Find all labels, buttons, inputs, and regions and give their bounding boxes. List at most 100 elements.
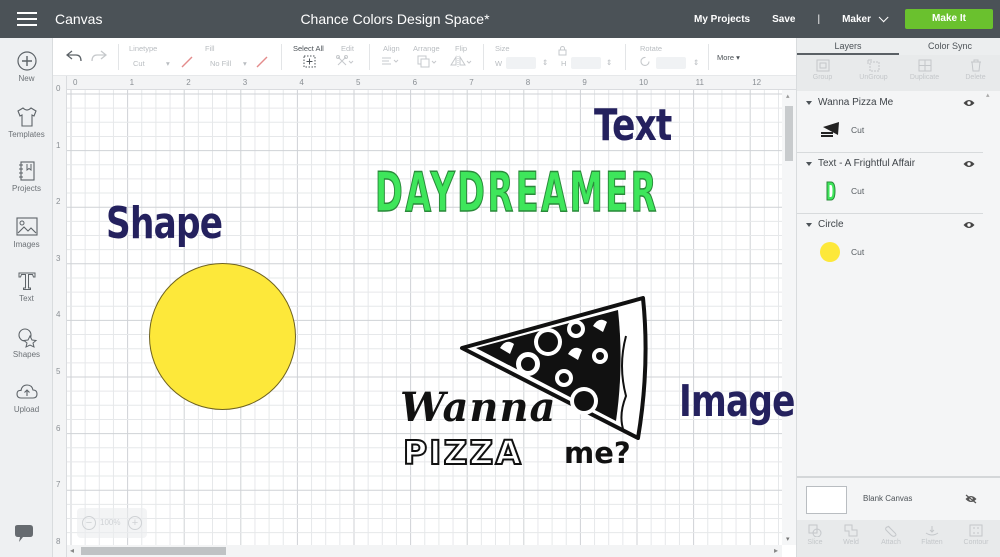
fill-label: Fill	[205, 44, 215, 53]
expand-caret-icon[interactable]	[806, 223, 812, 227]
circle-thumbnail	[820, 242, 840, 262]
group-button[interactable]: Group	[797, 59, 848, 81]
sidebar-item-images[interactable]: Images	[0, 216, 53, 249]
fill-color-swatch[interactable]	[256, 56, 268, 68]
horizontal-scrollbar[interactable]: ◂ ▸	[67, 545, 782, 557]
expand-caret-icon[interactable]	[806, 162, 812, 166]
contour-label: Contour	[963, 539, 989, 546]
pizza-image-object[interactable]: Wanna PIZZA me?	[398, 296, 648, 476]
zoom-out-button[interactable]: −	[82, 516, 96, 530]
toolbar-divider	[281, 44, 282, 70]
scroll-left-arrow[interactable]: ◂	[70, 546, 74, 555]
expand-caret-icon[interactable]	[806, 101, 812, 105]
sidebar-label-projects: Projects	[12, 184, 41, 193]
scroll-up-arrow[interactable]: ▴	[786, 92, 790, 100]
group-icon	[816, 59, 829, 72]
linetype-color-swatch[interactable]	[181, 56, 193, 68]
flip-icon[interactable]	[450, 55, 472, 68]
lock-icon[interactable]	[558, 46, 567, 56]
sidebar-item-upload[interactable]: Upload	[0, 381, 53, 414]
ungroup-button[interactable]: UnGroup	[848, 59, 899, 81]
height-input[interactable]	[571, 57, 601, 69]
undo-icon[interactable]	[66, 50, 82, 62]
blank-canvas-label: Blank Canvas	[863, 494, 913, 503]
ruler-tick-label: 4	[299, 78, 304, 87]
width-stepper[interactable]: ⇕	[542, 58, 548, 67]
redo-icon[interactable]	[91, 50, 107, 62]
blank-canvas-row[interactable]: Blank Canvas	[797, 476, 1000, 520]
chat-bubble-icon[interactable]	[13, 525, 35, 543]
plus-circle-icon	[16, 51, 37, 71]
visibility-eye-icon[interactable]	[963, 160, 975, 168]
layers-scroll-up-arrow[interactable]: ▴	[986, 91, 990, 99]
layer-header[interactable]: Wanna Pizza Me	[797, 93, 983, 113]
paperclip-icon	[885, 525, 897, 537]
select-all-icon[interactable]	[303, 55, 316, 68]
tab-layers[interactable]: Layers	[797, 41, 899, 51]
blank-canvas-swatch[interactable]	[806, 486, 847, 514]
sidebar-item-new[interactable]: New	[0, 50, 53, 83]
sidebar-item-shapes[interactable]: Shapes	[0, 326, 53, 359]
duplicate-button[interactable]: Duplicate	[899, 59, 950, 81]
ruler-tick-label: 8	[525, 78, 531, 87]
align-icon[interactable]	[381, 56, 401, 67]
edit-icon[interactable]	[336, 55, 354, 68]
layer-header[interactable]: Circle	[797, 215, 983, 235]
arrange-icon[interactable]	[417, 55, 439, 68]
tab-color-sync[interactable]: Color Sync	[899, 41, 1000, 51]
width-input[interactable]	[506, 57, 536, 69]
ruler-tick-label: 11	[695, 78, 704, 87]
sidebar-item-text[interactable]: Text	[0, 270, 53, 303]
zoom-level: 100%	[100, 518, 121, 527]
scroll-down-arrow[interactable]: ▾	[786, 535, 790, 543]
flatten-button[interactable]: Flatten	[908, 524, 956, 546]
save-link[interactable]: Save	[772, 14, 795, 25]
visibility-eye-icon[interactable]	[963, 99, 975, 107]
more-menu-button[interactable]: More ▾	[717, 53, 740, 62]
fill-select[interactable]: No Fill	[210, 59, 231, 68]
layer-item[interactable]: Wanna Pizza Me Cut	[797, 93, 983, 153]
layer-actions: Group UnGroup Duplicate Delete	[797, 55, 1000, 91]
bottom-actions: Slice Weld Attach Flatten Contour	[797, 520, 1000, 557]
daydreamer-text-object[interactable]: DAYDREAMER	[375, 165, 659, 221]
ruler-tick-label: 7	[56, 480, 61, 490]
rotate-stepper[interactable]: ⇕	[693, 58, 699, 67]
contour-button[interactable]: Contour	[952, 524, 1000, 546]
layer-item[interactable]: Circle Cut	[797, 215, 983, 275]
group-label: Group	[812, 74, 833, 81]
ruler-tick-label: 2	[186, 78, 191, 87]
visibility-eye-icon[interactable]	[963, 221, 975, 229]
duplicate-icon	[918, 59, 931, 72]
vertical-scrollbar[interactable]: ▴ ▾	[782, 90, 796, 545]
layer-operation: Cut	[851, 125, 865, 135]
make-it-button[interactable]: Make It	[905, 9, 993, 29]
scroll-right-arrow[interactable]: ▸	[774, 546, 778, 555]
machine-selector[interactable]: Maker	[842, 11, 889, 25]
notebook-icon	[18, 161, 35, 181]
layer-item[interactable]: Text - A Frightful Affair Cut	[797, 154, 983, 214]
align-label: Align	[383, 44, 400, 53]
ruler-tick-label: 8	[56, 536, 61, 546]
panel-tabs: Layers Color Sync	[797, 38, 1000, 55]
rotate-input[interactable]	[656, 57, 686, 69]
weld-label: Weld	[843, 539, 859, 546]
delete-button[interactable]: Delete	[950, 59, 1000, 81]
hidden-eye-icon[interactable]	[965, 494, 977, 504]
linetype-select[interactable]: Cut	[133, 59, 145, 68]
sidebar-item-projects[interactable]: Projects	[0, 160, 53, 193]
toolbar-divider	[708, 44, 709, 70]
horizontal-scroll-thumb[interactable]	[81, 547, 226, 555]
sidebar-item-templates[interactable]: Templates	[0, 106, 53, 139]
layer-header[interactable]: Text - A Frightful Affair	[797, 154, 983, 174]
circle-shape-object[interactable]	[149, 263, 296, 410]
zoom-in-button[interactable]: +	[128, 516, 142, 530]
height-stepper[interactable]: ⇕	[606, 58, 612, 67]
toolbar-divider	[483, 44, 484, 70]
my-projects-link[interactable]: My Projects	[694, 14, 750, 25]
weld-icon	[844, 524, 858, 537]
linetype-label: Linetype	[129, 44, 158, 53]
flatten-label: Flatten	[921, 539, 943, 546]
vertical-scroll-thumb[interactable]	[785, 106, 793, 161]
text-d-thumbnail	[826, 181, 836, 201]
layers-scrollbar[interactable]: ▴ ▾	[985, 91, 995, 524]
